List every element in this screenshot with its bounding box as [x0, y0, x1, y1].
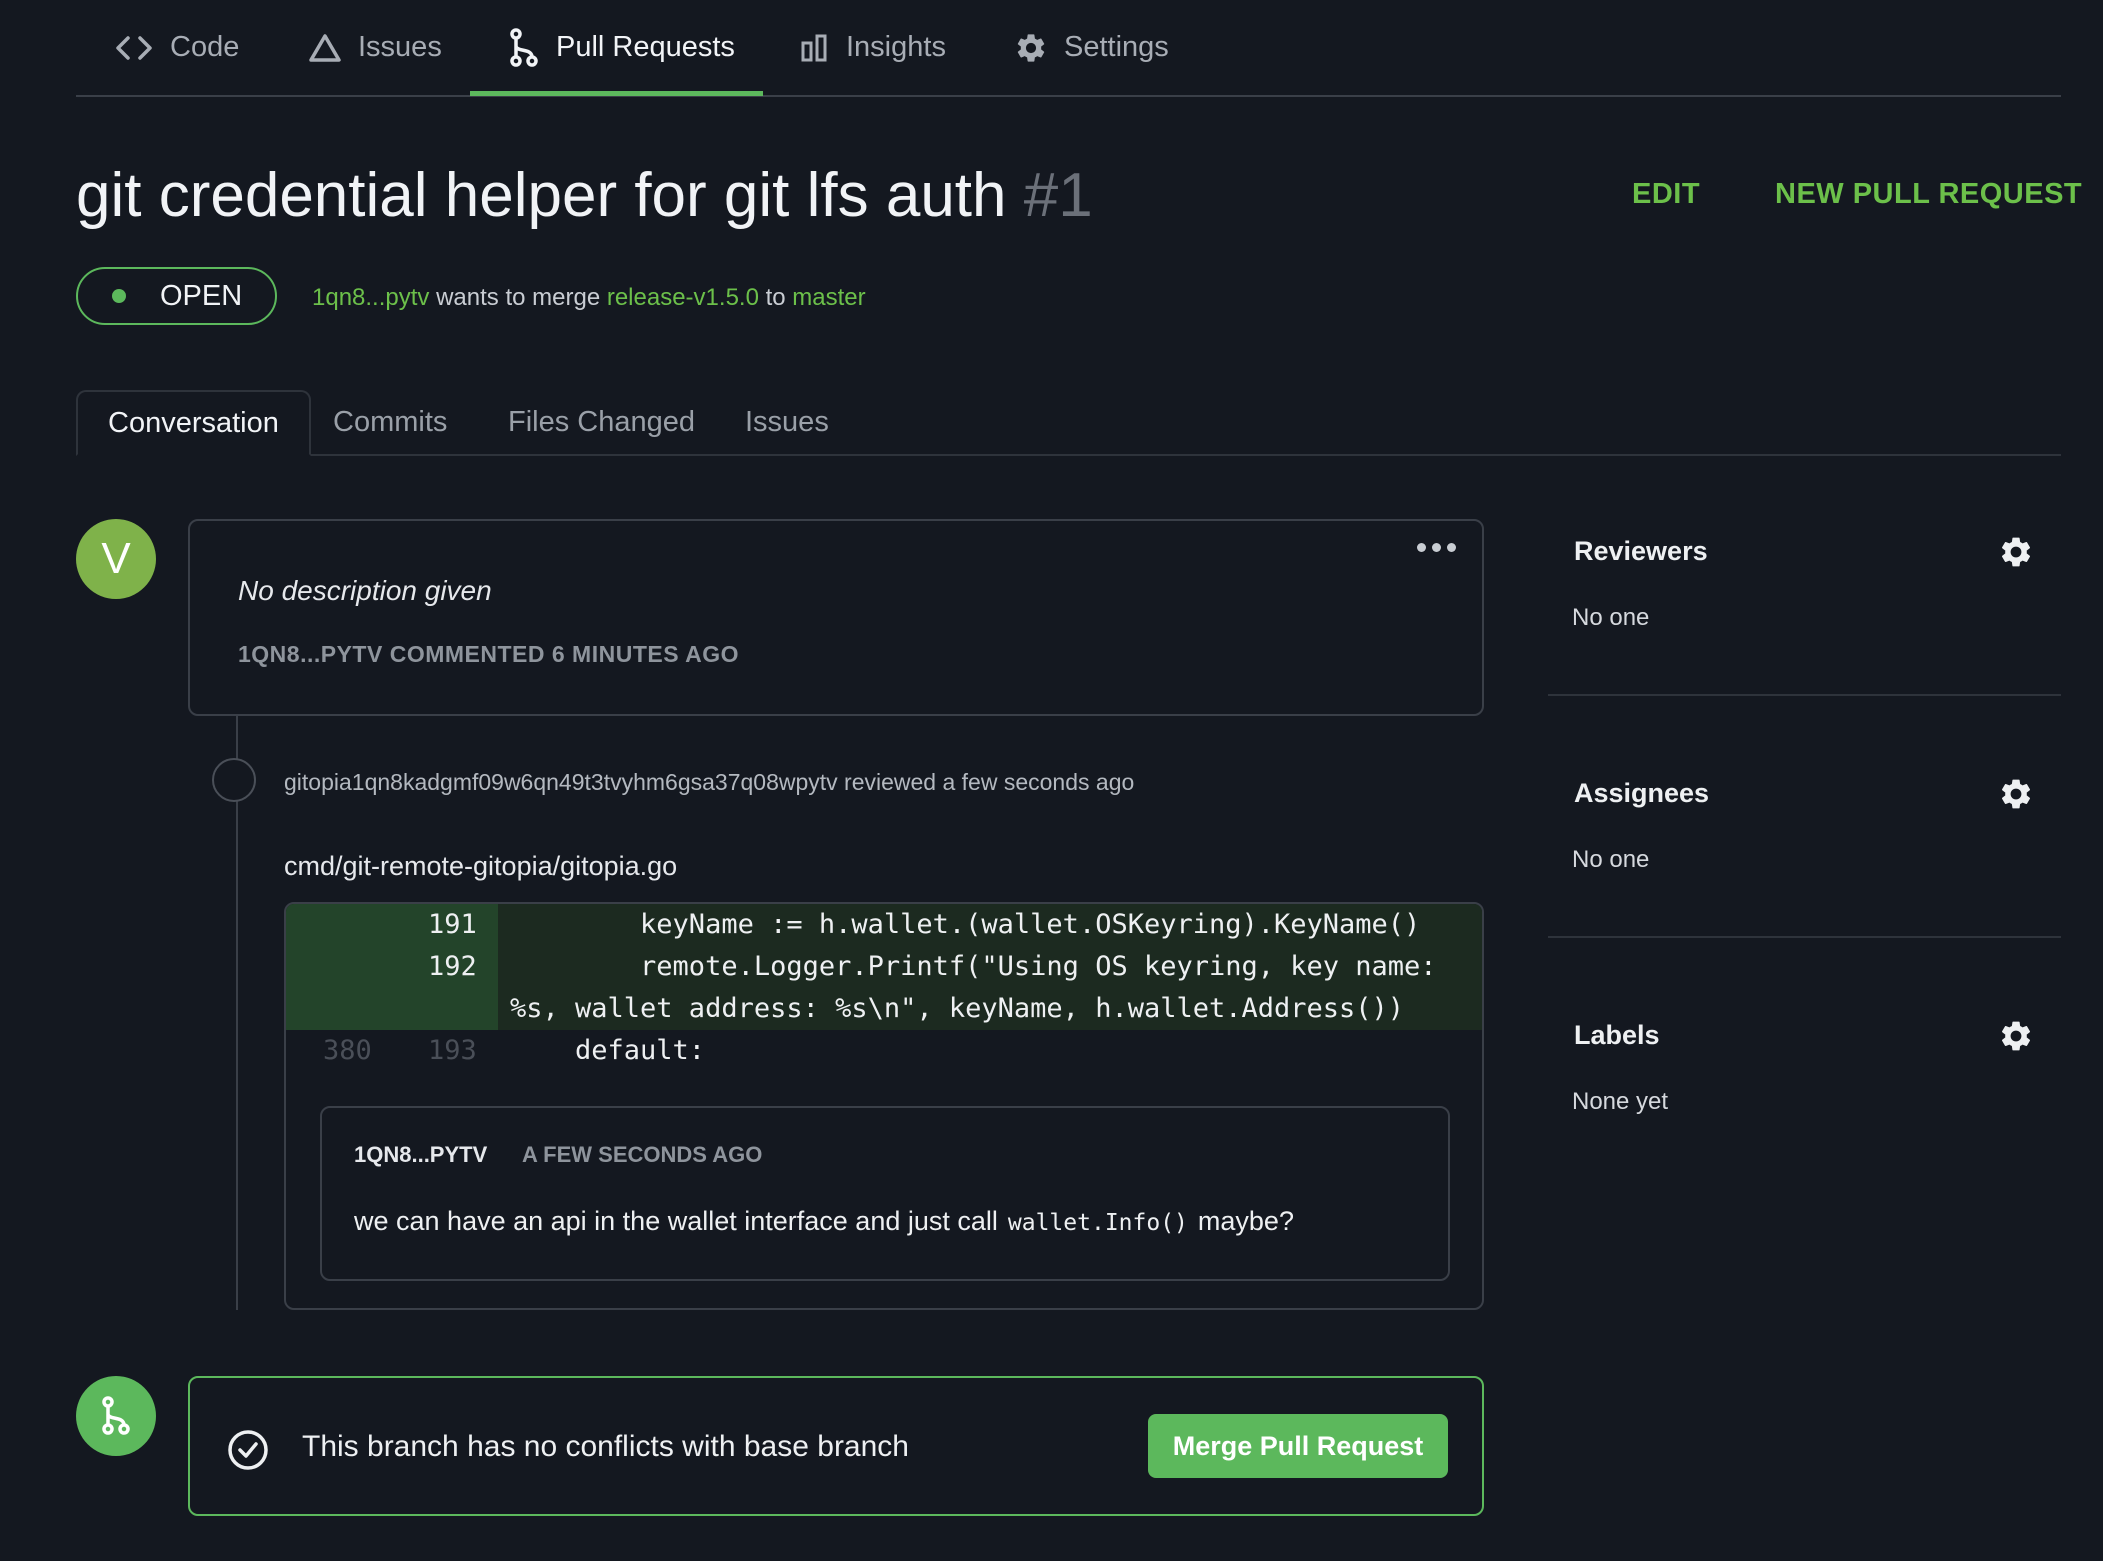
check-circle-icon — [226, 1428, 270, 1477]
description-card: No description given 1QN8...PYTV COMMENT… — [188, 519, 1484, 716]
review-comment: 1QN8...PYTV A FEW SECONDS AGO we can hav… — [320, 1106, 1450, 1281]
assignees-value: No one — [1572, 846, 1650, 873]
comment-meta: 1QN8...PYTV COMMENTED 6 MINUTES AGO — [238, 641, 739, 667]
top-navigation: Code Issues Pull Requests Insights Setti… — [76, 0, 2061, 97]
assignees-section: Assignees No one — [1548, 762, 2061, 942]
inline-code: wallet.Info() — [1007, 1210, 1188, 1236]
more-options-icon[interactable] — [1417, 543, 1456, 552]
warning-triangle-icon — [308, 33, 342, 63]
comment-time: A FEW SECONDS AGO — [522, 1142, 763, 1167]
divider — [1548, 936, 2061, 938]
labels-heading: Labels — [1574, 1020, 1660, 1050]
pr-number: #1 — [1023, 161, 1093, 230]
nav-pull-requests-label: Pull Requests — [556, 31, 735, 63]
avatar: V — [76, 519, 156, 599]
code-diff: 191 keyName := h.wallet.(wallet.OSKeyrin… — [284, 902, 1484, 1310]
code-line: default: — [510, 1035, 706, 1066]
nav-code-label: Code — [170, 31, 240, 63]
nav-pull-requests[interactable]: Pull Requests — [508, 0, 735, 95]
pull-request-icon — [508, 27, 540, 68]
tab-issues[interactable]: Issues — [745, 390, 829, 454]
merge-icon — [76, 1376, 156, 1456]
insights-bars-icon — [800, 33, 830, 63]
pr-tabs: Conversation Commits Files Changed Issue… — [76, 390, 2061, 456]
merge-status-card: This branch has no conflicts with base b… — [188, 1376, 1484, 1516]
target-branch-link[interactable]: master — [792, 284, 865, 311]
merge-status-message: This branch has no conflicts with base b… — [302, 1430, 909, 1463]
timeline-line — [236, 716, 238, 1310]
to-text: to — [765, 284, 786, 311]
file-path[interactable]: cmd/git-remote-gitopia/gitopia.go — [284, 851, 677, 882]
comment-text: we can have an api in the wallet interfa… — [354, 1206, 998, 1236]
reviewers-heading: Reviewers — [1574, 536, 1708, 566]
labels-value: None yet — [1572, 1088, 1669, 1115]
reviewers-gear-icon[interactable] — [1998, 534, 2034, 575]
review-avatar — [212, 758, 256, 802]
status-badge: OPEN — [76, 267, 277, 325]
review-summary: gitopia1qn8kadgmf09w6qn49t3tvyhm6gsa37q0… — [284, 769, 1135, 795]
merge-text: wants to merge — [436, 284, 601, 311]
active-tab-indicator — [470, 91, 763, 96]
status-dot-icon — [112, 289, 126, 303]
author-link[interactable]: 1qn8...pytv — [312, 284, 429, 311]
code-icon — [114, 33, 154, 63]
old-line-number: 380 — [323, 1035, 372, 1066]
labels-gear-icon[interactable] — [1998, 1018, 2034, 1059]
code-line: keyName := h.wallet.(wallet.OSKeyring).K… — [510, 909, 1421, 940]
nav-issues[interactable]: Issues — [308, 0, 442, 95]
new-pull-request-button[interactable]: NEW PULL REQUEST — [1775, 178, 2082, 211]
assignees-heading: Assignees — [1574, 778, 1710, 808]
assignees-gear-icon[interactable] — [1998, 776, 2034, 817]
line-number: 191 — [428, 909, 477, 940]
reviewers-value: No one — [1572, 604, 1650, 631]
description-text: No description given — [238, 575, 492, 606]
reviewers-section: Reviewers No one — [1548, 520, 2061, 700]
tab-files-changed[interactable]: Files Changed — [508, 390, 695, 454]
labels-section: Labels None yet — [1548, 1004, 2061, 1144]
divider — [1548, 694, 2061, 696]
comment-body: we can have an api in the wallet interfa… — [354, 1206, 1294, 1237]
tab-conversation[interactable]: Conversation — [76, 390, 311, 456]
line-number: 192 — [428, 951, 477, 982]
merge-summary: 1qn8...pytv wants to merge release-v1.5.… — [312, 284, 866, 312]
line-number: 193 — [428, 1035, 477, 1066]
nav-issues-label: Issues — [358, 31, 442, 63]
status-label: OPEN — [160, 279, 243, 312]
code-line: %s, wallet address: %s\n", keyName, h.wa… — [510, 993, 1405, 1024]
code-line: remote.Logger.Printf("Using OS keyring, … — [510, 951, 1437, 982]
nav-insights[interactable]: Insights — [800, 0, 946, 95]
comment-author[interactable]: 1QN8...PYTV — [354, 1142, 487, 1168]
nav-settings-label: Settings — [1064, 31, 1169, 63]
nav-code[interactable]: Code — [114, 0, 239, 95]
gear-icon — [1014, 31, 1048, 65]
edit-button[interactable]: EDIT — [1632, 178, 1700, 211]
comment-text-end: maybe? — [1197, 1206, 1294, 1236]
merge-pull-request-button[interactable]: Merge Pull Request — [1148, 1414, 1448, 1478]
nav-settings[interactable]: Settings — [1014, 0, 1169, 95]
tab-commits[interactable]: Commits — [333, 390, 447, 454]
source-branch-link[interactable]: release-v1.5.0 — [607, 284, 759, 311]
pr-title-text: git credential helper for git lfs auth — [76, 161, 1007, 230]
nav-insights-label: Insights — [846, 31, 946, 63]
page-title: git credential helper for git lfs auth #… — [76, 160, 1093, 231]
